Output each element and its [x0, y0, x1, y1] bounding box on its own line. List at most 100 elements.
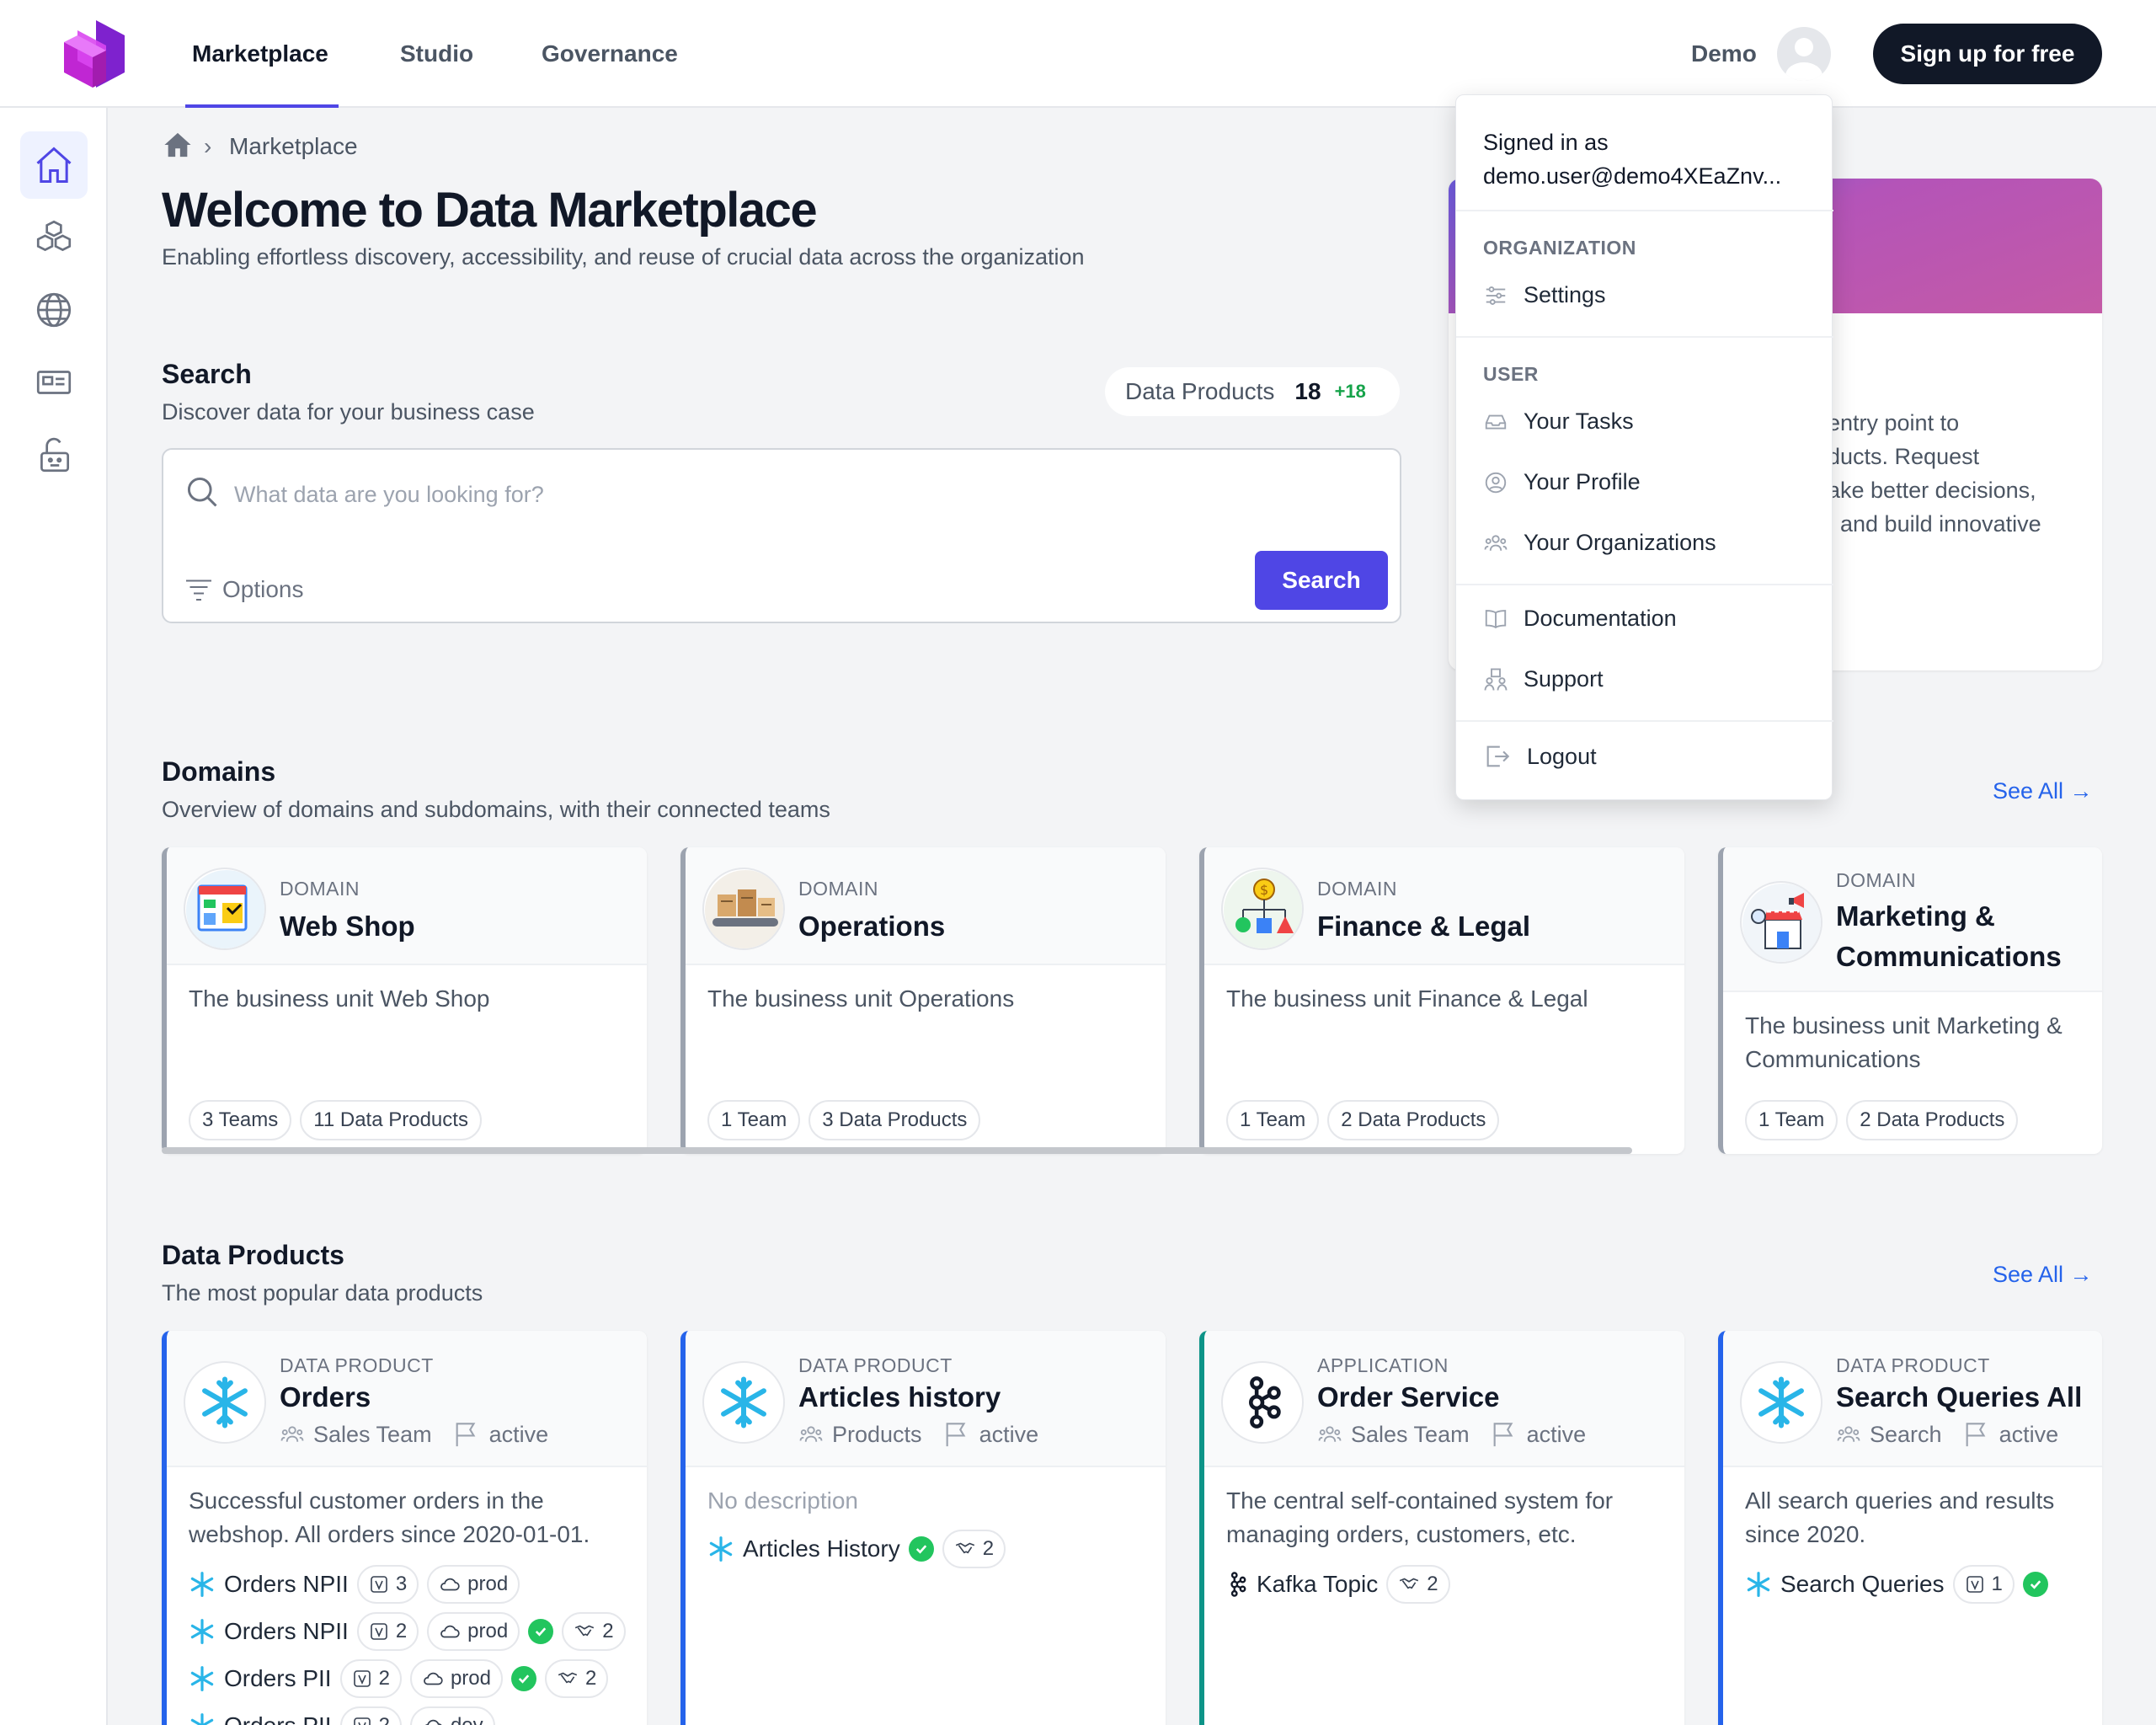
check-icon — [511, 1666, 536, 1691]
divider — [1456, 720, 1833, 722]
search-section-subtitle: Discover data for your business case — [162, 399, 535, 425]
card-title: Articles history — [798, 1381, 1001, 1413]
home-icon[interactable] — [20, 131, 88, 199]
environment-badge: prod — [409, 1659, 503, 1698]
version-badge: 3 — [356, 1565, 419, 1604]
support-label: Support — [1524, 666, 1604, 692]
unlock-icon[interactable] — [20, 421, 88, 489]
app-logo-icon[interactable] — [57, 17, 128, 91]
menu-item-support[interactable]: Support — [1483, 666, 1604, 692]
tab-marketplace[interactable]: Marketplace — [192, 40, 328, 67]
globe-icon[interactable] — [20, 276, 88, 344]
application-card-order-service[interactable]: APPLICATION Order Service Sales Team act… — [1199, 1331, 1684, 1725]
card-description: The business unit Marketing & Communicat… — [1745, 1012, 2063, 1072]
tab-studio[interactable]: Studio — [400, 40, 473, 67]
menu-item-documentation[interactable]: Documentation — [1483, 606, 1677, 632]
domain-card-finance-legal[interactable]: $ DOMAIN Finance & Legal The business un… — [1199, 847, 1684, 1154]
output-port-row: Orders PII 2 dev — [189, 1706, 495, 1725]
tab-governance[interactable]: Governance — [542, 40, 678, 67]
domains-see-all-link[interactable]: See All → — [1993, 778, 2093, 804]
menu-item-logout[interactable]: Logout — [1483, 742, 1597, 771]
version-icon — [353, 1670, 371, 1687]
flag-icon — [1966, 1423, 1985, 1447]
id-card-icon[interactable] — [20, 349, 88, 416]
search-options-button[interactable]: Options — [184, 576, 304, 603]
tasks-label: Your Tasks — [1524, 409, 1634, 434]
team-icon — [1837, 1426, 1860, 1442]
organizations-label: Your Organizations — [1524, 530, 1716, 555]
breadcrumb-current: Marketplace — [229, 133, 358, 159]
kafka-icon — [1221, 1361, 1304, 1444]
cloud-icon — [424, 1672, 443, 1685]
version-badge: 2 — [339, 1659, 402, 1698]
signed-in-email: demo.user@demo4XEaZnv... — [1483, 163, 1782, 189]
domain-card-marketing[interactable]: DOMAIN Marketing & Communications The bu… — [1718, 847, 2102, 1154]
domain-card-operations[interactable]: DOMAIN Operations The business unit Oper… — [680, 847, 1166, 1154]
menu-item-organizations[interactable]: Your Organizations — [1483, 530, 1716, 556]
status-label: active — [1999, 1421, 2059, 1447]
inbox-icon — [1485, 414, 1507, 429]
card-kind: DATA PRODUCT — [1836, 1354, 1990, 1376]
handshake-badge: 2 — [942, 1530, 1006, 1568]
handshake-icon — [1400, 1578, 1419, 1589]
domain-card-web-shop[interactable]: DOMAIN Web Shop The business unit Web Sh… — [162, 847, 647, 1154]
count-label: Data Products — [1125, 378, 1275, 404]
user-circle-icon — [1485, 472, 1507, 493]
card-kind: DATA PRODUCT — [798, 1354, 953, 1376]
menu-item-tasks[interactable]: Your Tasks — [1483, 409, 1634, 435]
card-kind: DOMAIN — [280, 878, 360, 900]
domains-horizontal-scrollbar[interactable] — [162, 1147, 1632, 1154]
data-products-see-all-link[interactable]: See All → — [1993, 1262, 2093, 1288]
handshake-badge: 2 — [1386, 1565, 1450, 1604]
port-label: Orders NPII — [224, 1618, 349, 1644]
menu-item-settings[interactable]: Settings — [1483, 282, 1606, 308]
card-badges: 3 Teams 11 Data Products — [189, 1100, 482, 1140]
snowflake-icon — [709, 1536, 733, 1562]
handshake-badge: 2 — [545, 1659, 609, 1698]
port-label: Orders PII — [224, 1665, 332, 1691]
snowflake-icon — [1740, 1361, 1822, 1444]
page-subtitle: Enabling effortless discovery, accessibi… — [162, 244, 1085, 270]
users-icon — [1484, 534, 1508, 551]
data-product-card-articles-history[interactable]: DATA PRODUCT Articles history Products a… — [680, 1331, 1166, 1725]
card-title: Order Service — [1317, 1381, 1500, 1413]
user-avatar-icon[interactable] — [1777, 27, 1831, 81]
team-name: Sales Team — [1351, 1421, 1470, 1447]
svg-text:$: $ — [1260, 882, 1268, 898]
menu-item-profile[interactable]: Your Profile — [1483, 469, 1641, 495]
search-button[interactable]: Search — [1255, 551, 1388, 610]
port-label: Articles History — [743, 1535, 900, 1562]
environment-badge: prod — [427, 1565, 520, 1604]
card-title: Marketing & Communications — [1836, 900, 2062, 972]
team-icon — [799, 1426, 823, 1442]
signup-button[interactable]: Sign up for free — [1873, 24, 2102, 84]
cubes-icon[interactable] — [20, 204, 88, 271]
output-port-row: Search Queries 1 — [1745, 1565, 2048, 1604]
team-icon — [280, 1426, 304, 1442]
products-badge: 2 Data Products — [1327, 1100, 1500, 1140]
card-meta: Sales Team active — [1317, 1420, 1586, 1449]
version-icon — [1966, 1576, 1983, 1593]
data-products-count-badge: Data Products 18 +18 — [1105, 367, 1400, 416]
status-label: active — [488, 1421, 549, 1447]
snowflake-icon — [190, 1713, 214, 1725]
card-kind: DATA PRODUCT — [280, 1354, 434, 1376]
cloud-icon — [440, 1578, 460, 1591]
version-badge: 2 — [339, 1706, 402, 1725]
count-delta: +18 — [1334, 381, 1366, 402]
divider — [1456, 584, 1833, 585]
products-badge: 2 Data Products — [1846, 1100, 2019, 1140]
data-product-card-search-queries[interactable]: DATA PRODUCT Search Queries All Search a… — [1718, 1331, 2102, 1725]
breadcrumb-home-icon[interactable] — [163, 131, 192, 163]
version-badge: 2 — [356, 1612, 419, 1651]
card-description: The central self-contained system for ma… — [1226, 1487, 1614, 1547]
demo-label[interactable]: Demo — [1691, 40, 1757, 67]
port-label: Orders NPII — [224, 1571, 349, 1597]
search-input[interactable] — [234, 473, 1245, 515]
card-meta: Search active — [1836, 1420, 2058, 1449]
cloud-icon — [424, 1719, 442, 1725]
data-product-card-orders[interactable]: DATA PRODUCT Orders Sales Team active Su… — [162, 1331, 647, 1725]
handshake-badge: 2 — [562, 1612, 626, 1651]
card-title: Web Shop — [280, 911, 415, 942]
version-icon — [371, 1576, 387, 1593]
